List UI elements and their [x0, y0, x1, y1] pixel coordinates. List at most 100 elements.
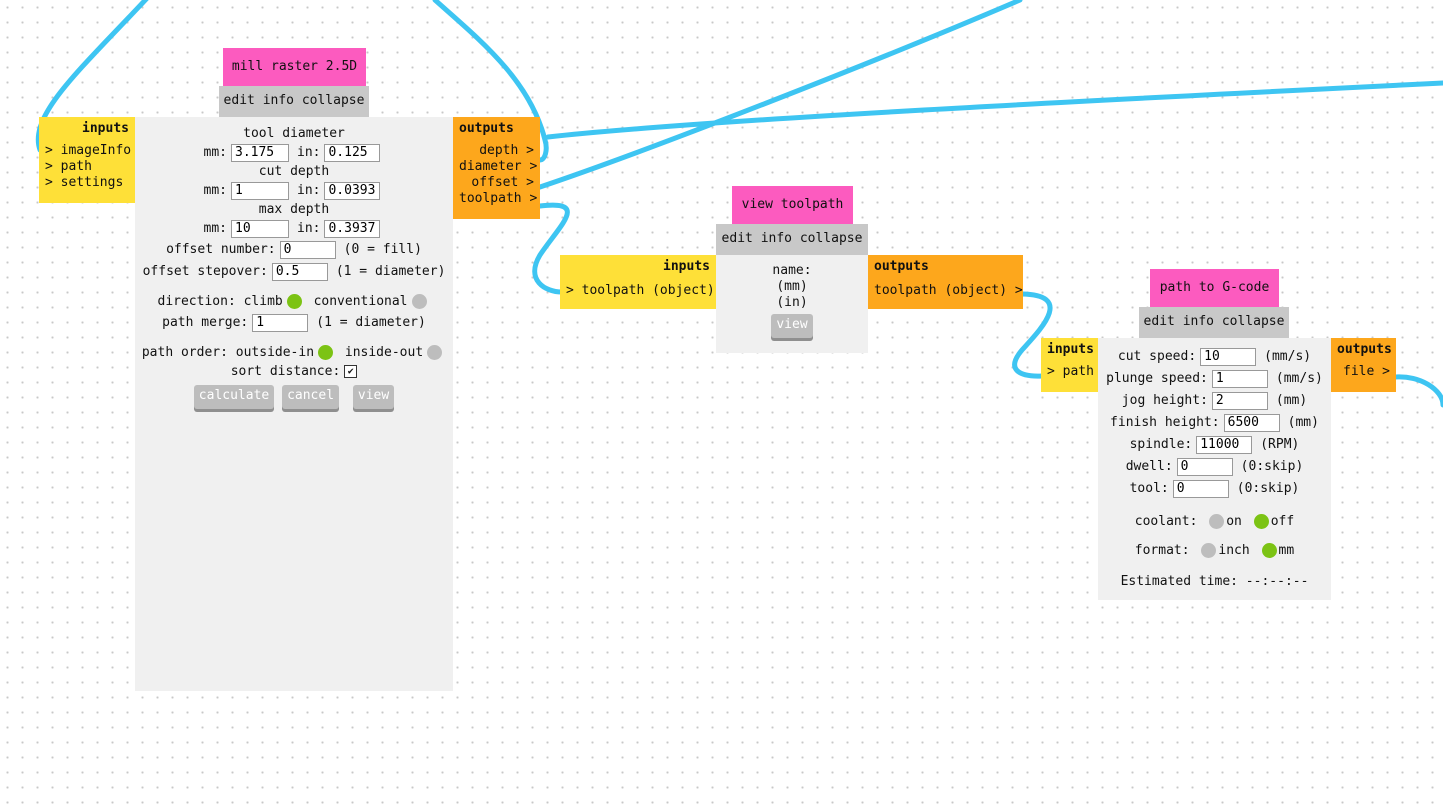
input-port-path[interactable]: > path	[1047, 364, 1094, 380]
outside-in-label: outside-in	[235, 345, 315, 360]
info-tab[interactable]: info	[1183, 314, 1214, 329]
spindle-input[interactable]	[1196, 435, 1253, 454]
spindle-unit: (RPM)	[1260, 437, 1300, 452]
edit-tab[interactable]: edit	[722, 231, 753, 246]
output-port-depth[interactable]: depth >	[459, 143, 534, 159]
mill-raster-title[interactable]: mill raster 2.5D	[223, 48, 366, 86]
tool-diameter-row: mm: in:	[135, 143, 453, 163]
cut-depth-mm-input[interactable]	[231, 181, 289, 200]
path-to-gcode-title[interactable]: path to G-code	[1150, 269, 1279, 307]
view-toolpath-inputs: inputs > toolpath (object)	[560, 255, 716, 309]
offset-number-input[interactable]	[279, 240, 336, 259]
format-inch-label: inch	[1218, 543, 1250, 558]
calculate-button[interactable]: calculate	[193, 385, 275, 409]
cut-speed-unit: (mm/s)	[1264, 349, 1312, 364]
cut-speed-row: cut speed: (mm/s)	[1098, 346, 1331, 368]
info-tab[interactable]: info	[761, 231, 792, 246]
mill-raster-panel: tool diameter mm: in: cut depth mm: in: ma…	[135, 117, 453, 691]
coolant-on-radio[interactable]	[1209, 514, 1225, 529]
plunge-speed-label: plunge speed:	[1106, 371, 1208, 386]
outputs-heading: outputs	[874, 259, 929, 274]
cut-speed-input[interactable]	[1200, 347, 1257, 366]
estimated-time: Estimated time: --:--:--	[1120, 574, 1309, 589]
output-port-toolpath-object[interactable]: toolpath (object) >	[874, 283, 1023, 299]
inputs-heading: inputs	[82, 121, 129, 136]
wire-long-offset	[537, 0, 1023, 190]
mm-label: mm:	[203, 221, 227, 236]
mill-view-button[interactable]: view	[352, 385, 395, 409]
finish-height-row: finish height: (mm)	[1098, 412, 1331, 434]
input-port-toolpath-object[interactable]: > toolpath (object)	[566, 283, 715, 299]
view-toolpath-title[interactable]: view toolpath	[732, 186, 853, 224]
path-to-gcode-tabs: edit info collapse	[1139, 307, 1289, 338]
offset-number-note: (0 = fill)	[343, 242, 422, 257]
cancel-button[interactable]: cancel	[282, 385, 340, 409]
jog-height-label: jog height:	[1121, 393, 1208, 408]
coolant-off-label: off	[1270, 514, 1295, 529]
input-port-imageinfo[interactable]: > imageInfo	[45, 143, 131, 159]
path-merge-input[interactable]	[252, 313, 309, 332]
cut-depth-label: cut depth	[258, 164, 330, 179]
finish-height-unit: (mm)	[1287, 415, 1319, 430]
dwell-input[interactable]	[1176, 457, 1233, 476]
output-port-diameter[interactable]: diameter >	[459, 159, 537, 175]
view-toolpath-tabs: edit info collapse	[716, 224, 868, 255]
view-button[interactable]: view	[771, 314, 813, 338]
inside-out-radio[interactable]	[427, 345, 443, 360]
output-port-toolpath[interactable]: toolpath >	[459, 191, 537, 207]
edit-tab[interactable]: edit	[224, 93, 255, 108]
coolant-off-radio[interactable]	[1253, 514, 1269, 529]
coolant-label: coolant:	[1134, 514, 1198, 529]
format-inch-radio[interactable]	[1201, 543, 1217, 558]
tool-input[interactable]	[1172, 479, 1229, 498]
format-mm-label: mm	[1278, 543, 1295, 558]
input-port-settings[interactable]: > settings	[45, 175, 129, 191]
tool-diameter-in-input[interactable]	[324, 143, 381, 162]
path-merge-note: (1 = diameter)	[316, 315, 426, 330]
climb-radio[interactable]	[286, 294, 302, 309]
mill-raster-tabs: edit info collapse	[219, 86, 369, 117]
outside-in-radio[interactable]	[318, 345, 334, 360]
plunge-speed-unit: (mm/s)	[1275, 371, 1323, 386]
format-mm-radio[interactable]	[1261, 543, 1277, 558]
mill-raster-inputs: inputs > imageInfo > path > settings	[39, 117, 135, 203]
conventional-radio[interactable]	[411, 294, 427, 309]
offset-number-row: offset number: (0 = fill)	[135, 239, 453, 261]
max-depth-row: mm: in:	[135, 219, 453, 239]
wire-gcode-file-out	[1392, 374, 1443, 408]
mm-label: mm:	[203, 183, 227, 198]
sort-distance-checkbox[interactable]: ✔	[344, 365, 358, 378]
collapse-tab[interactable]: collapse	[1222, 314, 1285, 329]
jog-height-input[interactable]	[1211, 391, 1268, 410]
inputs-heading: inputs	[663, 259, 710, 274]
input-port-path[interactable]: > path	[45, 159, 129, 175]
output-port-file[interactable]: file >	[1337, 364, 1390, 380]
in-text: (in)	[776, 295, 808, 310]
offset-number-label: offset number:	[166, 242, 276, 257]
coolant-row: coolant: on off	[1098, 512, 1331, 532]
conventional-label: conventional	[313, 294, 408, 309]
max-depth-in-input[interactable]	[324, 219, 381, 238]
mill-button-row: calculate cancel view	[135, 385, 453, 409]
path-order-label: path order:	[141, 345, 228, 360]
coolant-on-label: on	[1226, 514, 1242, 529]
finish-height-input[interactable]	[1223, 413, 1280, 432]
climb-label: climb	[243, 294, 283, 309]
tool-diameter-mm-input[interactable]	[231, 143, 289, 162]
plunge-speed-input[interactable]	[1211, 369, 1268, 388]
offset-stepover-input[interactable]	[271, 262, 328, 281]
direction-row: direction: climb conventional	[135, 292, 453, 312]
info-tab[interactable]: info	[263, 93, 294, 108]
path-order-row: path order: outside-in inside-out	[135, 343, 453, 363]
edit-tab[interactable]: edit	[1144, 314, 1175, 329]
path-to-gcode-outputs: outputs file >	[1331, 338, 1396, 392]
inside-out-label: inside-out	[344, 345, 424, 360]
max-depth-mm-input[interactable]	[231, 219, 289, 238]
cut-depth-in-input[interactable]	[324, 181, 381, 200]
max-depth-label: max depth	[258, 202, 330, 217]
output-port-offset[interactable]: offset >	[459, 175, 534, 191]
tool-row: tool: (0:skip)	[1098, 478, 1331, 500]
spindle-row: spindle: (RPM)	[1098, 434, 1331, 456]
collapse-tab[interactable]: collapse	[800, 231, 863, 246]
collapse-tab[interactable]: collapse	[302, 93, 365, 108]
